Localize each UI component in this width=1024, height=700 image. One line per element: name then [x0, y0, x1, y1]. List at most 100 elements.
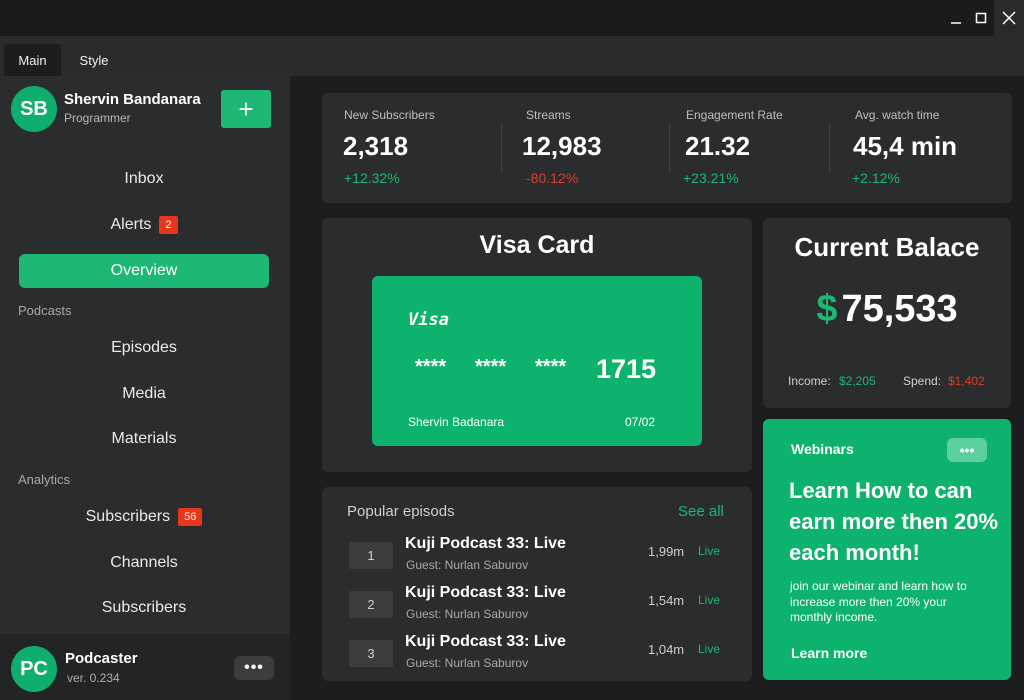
webinar-headline: Learn How to can earn more then 20% each… — [789, 478, 999, 565]
app-name: Podcaster — [65, 650, 138, 667]
maximize-icon — [975, 12, 987, 24]
stat-label: New Subscribers — [344, 108, 435, 122]
visa-card-title: Visa Card — [479, 231, 595, 259]
divider — [501, 123, 502, 173]
divider — [829, 123, 830, 173]
sidebar-item-overview[interactable]: Overview — [19, 254, 269, 288]
episode-status: Live — [698, 544, 721, 558]
balance-title: Current Balace — [794, 232, 980, 262]
sidebar-item-label: Media — [122, 385, 166, 402]
stat-change: +12.32% — [344, 170, 400, 186]
more-icon: ••• — [959, 442, 975, 458]
subscribers-badge: 56 — [178, 508, 203, 526]
episode-status: Live — [698, 593, 721, 607]
episode-duration: 1,04m — [648, 642, 685, 657]
stat-label: Streams — [526, 108, 571, 122]
sidebar-item-materials[interactable]: Materials — [19, 422, 269, 456]
app-menu-button[interactable]: ••• — [234, 656, 274, 680]
tab-style[interactable]: Style — [66, 44, 122, 76]
tab-bar: Main Style — [0, 36, 1024, 76]
app-version: ver. 0.234 — [67, 671, 120, 685]
learn-more-link[interactable]: Learn more — [791, 645, 867, 661]
more-icon: ••• — [244, 659, 264, 676]
balance-amount: $75,533 — [763, 288, 1011, 331]
user-name: Shervin Bandanara — [64, 91, 201, 108]
income-value: $2,205 — [839, 374, 876, 388]
card-expiry: 07/02 — [625, 415, 656, 429]
section-label-analytics: Analytics — [18, 472, 71, 487]
sidebar-item-alerts[interactable]: Alerts 2 — [19, 208, 269, 242]
sidebar-item-label: Materials — [111, 430, 177, 447]
card-number-group: **** — [475, 356, 507, 378]
episode-guest: Guest: Nurlan Saburov — [406, 656, 529, 670]
sidebar-item-label: Subscribers — [85, 508, 171, 525]
list-item[interactable]: 1 Kuji Podcast 33: Live Guest: Nurlan Sa… — [322, 535, 752, 583]
episode-title: Kuji Podcast 33: Live — [405, 535, 566, 552]
episode-title: Kuji Podcast 33: Live — [405, 584, 566, 601]
divider — [669, 123, 670, 173]
stat-value: 12,983 — [522, 131, 602, 161]
stat-value: 45,4 min — [853, 131, 958, 161]
popular-episodes-panel: Popular episods See all 1 Kuji Podcast 3… — [322, 487, 752, 681]
app-footer: PC Podcaster ver. 0.234 ••• — [0, 634, 290, 700]
spend-value: $1,402 — [948, 374, 985, 388]
see-all-link[interactable]: See all — [678, 503, 724, 520]
episode-duration: 1,54m — [648, 593, 685, 608]
balance-value: 75,533 — [841, 288, 958, 330]
sidebar: SB Shervin Bandanara Programmer + Inbox … — [0, 76, 290, 700]
income-label: Income: — [788, 374, 831, 388]
webinar-menu-button[interactable]: ••• — [947, 438, 987, 462]
episode-duration: 1,99m — [648, 544, 685, 559]
episode-number: 1 — [349, 542, 393, 569]
sidebar-item-episodes[interactable]: Episodes — [19, 331, 269, 365]
card-brand: Visa — [408, 310, 449, 330]
card-holder: Shervin Badanara — [408, 415, 505, 429]
close-icon — [1002, 11, 1016, 25]
section-label-podcasts: Podcasts — [18, 303, 72, 318]
visa-card-panel: Visa Card Visa **** **** **** 1715 Sherv… — [322, 218, 752, 472]
sidebar-item-media[interactable]: Media — [19, 377, 269, 411]
sidebar-item-label: Alerts — [110, 216, 152, 233]
webinar-description: join our webinar and learn how to increa… — [790, 579, 967, 624]
alerts-badge: 2 — [159, 216, 178, 234]
user-role: Programmer — [64, 111, 131, 125]
popular-title: Popular episods — [347, 503, 455, 520]
webinar-title: Webinars — [791, 441, 854, 457]
webinar-panel: Webinars ••• Learn How to can earn more … — [763, 419, 1011, 680]
list-item[interactable]: 3 Kuji Podcast 33: Live Guest: Nurlan Sa… — [322, 633, 752, 681]
episode-number: 2 — [349, 591, 393, 618]
sidebar-item-inbox[interactable]: Inbox — [19, 162, 269, 196]
maximize-button[interactable] — [966, 0, 996, 36]
episode-number: 3 — [349, 640, 393, 667]
episode-guest: Guest: Nurlan Saburov — [406, 558, 529, 572]
sidebar-item-label: Channels — [110, 554, 178, 571]
stat-change: -80.12% — [526, 170, 579, 186]
sidebar-item-label: Subscribers — [101, 599, 187, 616]
balance-panel: Current Balace $75,533 Income: $2,205 Sp… — [763, 218, 1011, 408]
sidebar-item-label: Episodes — [111, 339, 177, 356]
card-last-digits: 1715 — [596, 354, 657, 384]
stat-value: 21.32 — [685, 131, 751, 161]
sidebar-item-channels[interactable]: Channels — [19, 546, 269, 580]
stat-change: +23.21% — [683, 170, 739, 186]
spend-label: Spend: — [903, 374, 942, 388]
app-avatar: PC — [11, 646, 57, 692]
close-button[interactable] — [994, 0, 1024, 36]
credit-card[interactable]: Visa **** **** **** 1715 Shervin Badanar… — [372, 276, 702, 446]
currency-symbol: $ — [816, 288, 838, 330]
sidebar-item-subscribers-2[interactable]: Subscribers — [19, 591, 269, 625]
plus-icon: + — [238, 93, 254, 124]
episode-guest: Guest: Nurlan Saburov — [406, 607, 529, 621]
list-item[interactable]: 2 Kuji Podcast 33: Live Guest: Nurlan Sa… — [322, 584, 752, 632]
stat-change: +2.12% — [852, 170, 900, 186]
tab-main[interactable]: Main — [4, 44, 61, 76]
card-number-group: **** — [535, 356, 567, 378]
sidebar-item-subscribers[interactable]: Subscribers 56 — [19, 500, 269, 534]
avatar: SB — [11, 86, 57, 132]
card-number-group: **** — [415, 356, 447, 378]
stat-label: Avg. watch time — [855, 108, 940, 122]
title-bar — [0, 0, 1024, 36]
episode-title: Kuji Podcast 33: Live — [405, 633, 566, 650]
sidebar-item-label: Overview — [110, 262, 178, 279]
add-button[interactable]: + — [221, 90, 271, 128]
